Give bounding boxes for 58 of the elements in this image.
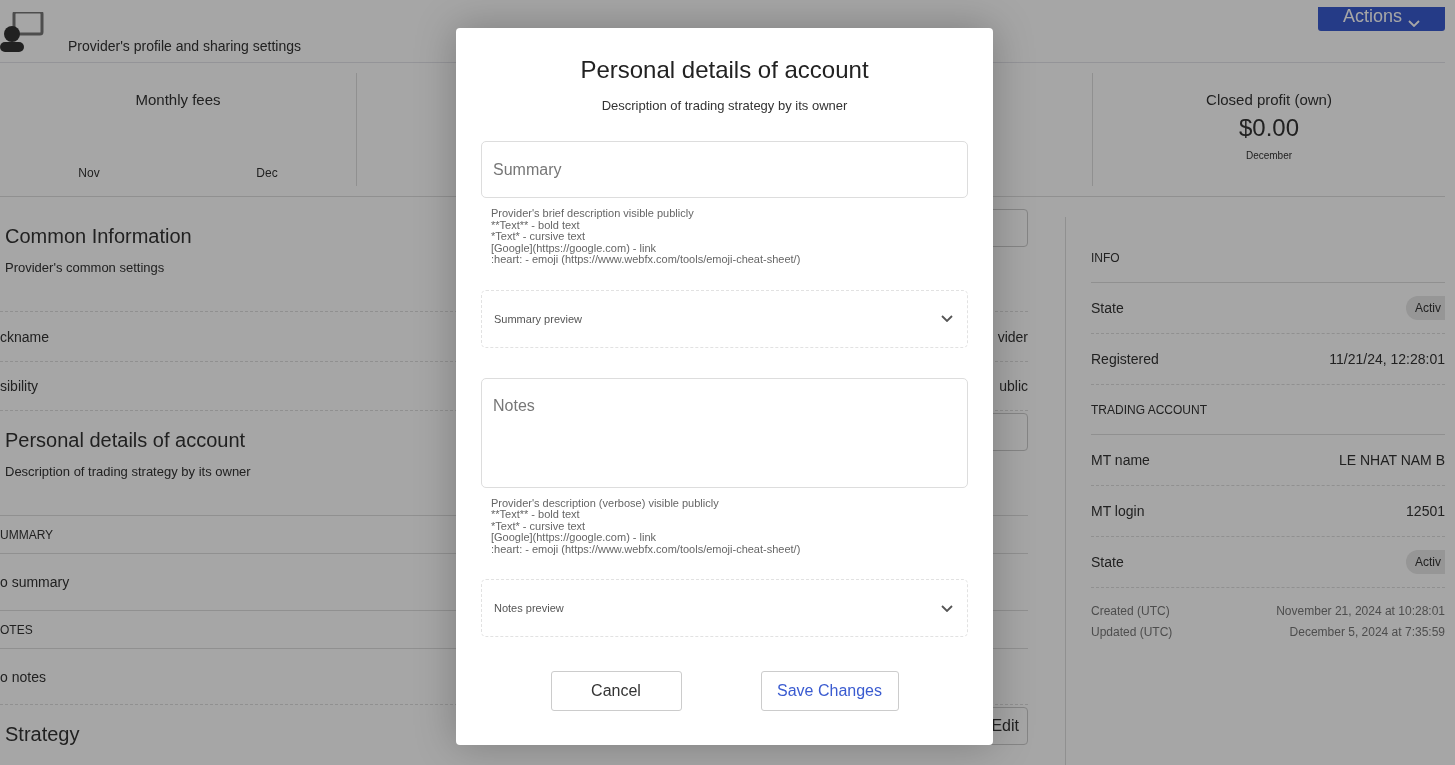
month-label: Dec xyxy=(256,166,278,180)
field-value: vider xyxy=(997,328,1028,345)
section-title: Common Information xyxy=(5,225,192,248)
preview-toggle[interactable]: Notes preview xyxy=(481,579,968,637)
help-text: :heart: - emoji (https://www.webfx.com/tools/emoji-cheat-sheet/) xyxy=(491,543,802,555)
save-button[interactable]: Save Changes xyxy=(760,671,899,711)
state-badge: Activ xyxy=(1406,296,1445,320)
info-value: 12501 xyxy=(1406,503,1445,519)
actions-button[interactable]: Actions xyxy=(1318,7,1445,31)
info-label: State xyxy=(1091,300,1124,316)
field-heading: OTES xyxy=(0,622,33,637)
section-subtitle: Description of trading strategy by its owner xyxy=(5,464,251,479)
help-text: **Text** - bold text xyxy=(491,219,580,231)
help-text: [Google](https://google.com) - link xyxy=(491,532,658,544)
info-value: December 5, 2024 at 7:35:59 xyxy=(1289,624,1445,639)
info-label: MT login xyxy=(1091,503,1145,519)
field-text: o notes xyxy=(0,668,46,685)
stat-title: Monthly fees xyxy=(135,91,221,108)
help-text: *Text* - cursive text xyxy=(491,231,587,243)
info-label: Created (UTC) xyxy=(1091,603,1170,618)
help-text: Provider's description (verbose) visible publicly xyxy=(491,497,720,509)
preview-toggle[interactable]: Summary preview xyxy=(481,289,968,348)
help-text: :heart: - emoji (https://www.webfx.com/tools/emoji-cheat-sheet/) xyxy=(491,254,802,266)
help-text: [Google](https://google.com) - link xyxy=(491,242,658,254)
stat-caption: December xyxy=(1245,150,1293,161)
field-label: sibility xyxy=(0,378,39,394)
help-text: Provider's brief description visible publicly xyxy=(491,208,695,220)
info-value: LE NHAT NAM B xyxy=(1338,452,1445,468)
info-label: State xyxy=(1091,554,1124,570)
help-text: **Text** - bold text xyxy=(491,509,580,521)
summary-field[interactable]: Summary xyxy=(481,141,968,198)
field-value: ublic xyxy=(999,378,1028,394)
chevron-icon xyxy=(941,604,953,612)
section-subtitle: Provider's common settings xyxy=(5,260,166,275)
info-heading: INFO xyxy=(1091,250,1120,265)
state-badge: Activ xyxy=(1406,550,1445,574)
modal-title: Personal details of account xyxy=(579,56,870,84)
modal-subtitle: Description of trading strategy by its owner xyxy=(600,98,849,113)
page-subtitle: Provider's profile and sharing settings xyxy=(68,38,302,54)
info-label: Updated (UTC) xyxy=(1091,624,1173,639)
notes-field[interactable]: Notes xyxy=(481,377,968,488)
info-value: November 21, 2024 at 10:28:01 xyxy=(1276,603,1445,618)
stat-title: Closed profit (own) xyxy=(1206,91,1332,108)
info-label: MT name xyxy=(1091,452,1150,468)
chevron-icon xyxy=(1408,20,1420,27)
section-title: Strategy xyxy=(5,723,80,746)
chevron-icon xyxy=(941,315,953,322)
help-text: *Text* - cursive text xyxy=(491,520,587,532)
cancel-button[interactable]: Cancel xyxy=(550,671,682,711)
info-heading: TRADING ACCOUNT xyxy=(1091,402,1207,417)
field-text: o summary xyxy=(0,574,70,590)
field-heading: UMMARY xyxy=(0,527,54,542)
info-value: 11/21/24, 12:28:01 xyxy=(1329,351,1445,367)
section-title: Personal details of account xyxy=(5,429,247,452)
field-label: ckname xyxy=(0,328,50,345)
info-label: Registered xyxy=(1091,351,1159,367)
stat-value: $0.00 xyxy=(1238,114,1300,142)
month-label: Nov xyxy=(78,166,100,180)
